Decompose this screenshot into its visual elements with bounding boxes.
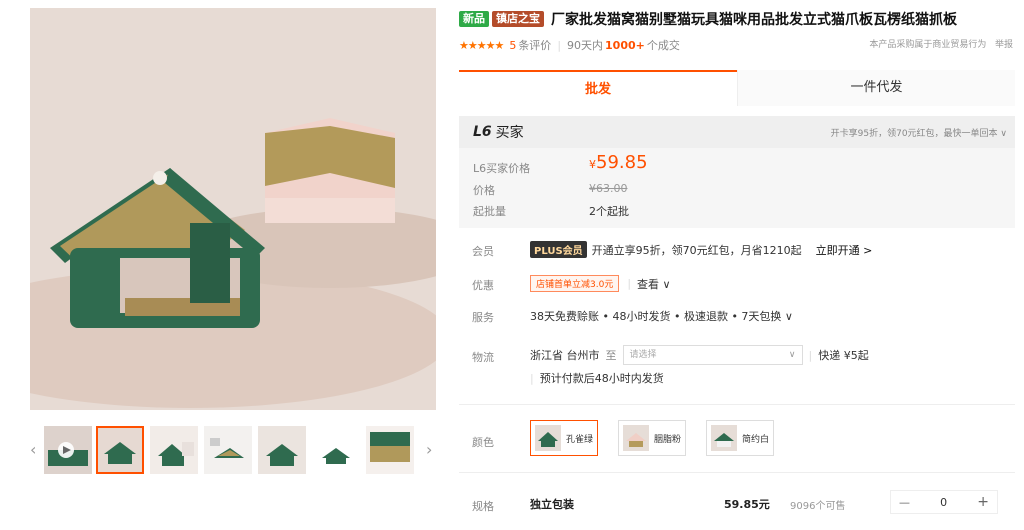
l6-price-value: 59.85 (596, 152, 648, 173)
view-coupons-link[interactable]: 查看 ∨ (637, 276, 671, 292)
chevron-down-icon: ∨ (788, 350, 796, 360)
currency-symbol: ¥ (589, 158, 596, 171)
qty-minus-button[interactable]: — (899, 496, 910, 509)
qty-input[interactable]: 0 (940, 496, 947, 509)
tab-dropship[interactable]: 一件代发 (737, 70, 1015, 106)
moq-label: 起批量 (473, 205, 506, 218)
price-label: 价格 (473, 184, 495, 197)
color-option-green[interactable]: 孔雀绿 (530, 420, 599, 456)
l6-price-label: L6买家价格 (473, 162, 531, 175)
express-fee: 快递 ¥5起 (818, 349, 869, 362)
logistics-label: 物流 (472, 351, 494, 364)
ship-note-row: | 预计付款后48小时内发货 (530, 371, 664, 386)
thumbnail-2[interactable] (150, 426, 198, 474)
color-option-label: 胭脂粉 (654, 434, 682, 445)
color-option-pink[interactable]: 胭脂粉 (618, 420, 687, 456)
buyer-label: 买家 (495, 125, 524, 141)
level-badge: L6 (473, 124, 492, 140)
service-text: 38天免费赊账 • 48小时发货 • 极速退款 • 7天包换 ∨ (530, 310, 793, 323)
purchase-tabs: 批发 一件代发 (459, 70, 1015, 106)
quantity-stepper: — 0 + (890, 490, 998, 514)
qty-plus-button[interactable]: + (977, 494, 989, 510)
rating-row: ★★★★★ 5 条评价 | 90天内 1000+ 个成交 本产品采购属于商业贸易… (459, 37, 1013, 53)
color-option-label: 孔雀绿 (566, 434, 594, 445)
days-label: 90天内 (567, 39, 604, 52)
spec-label: 规格 (472, 500, 494, 513)
ship-note: 预计付款后48小时内发货 (539, 372, 664, 385)
moq-value: 2个起批 (589, 205, 629, 218)
star-rating-icon: ★★★★★ (459, 38, 504, 52)
sold-label: 个成交 (646, 39, 680, 52)
color-label: 颜色 (472, 436, 494, 449)
ship-to-label: 至 (605, 349, 617, 362)
color-option-white[interactable]: 简约白 (706, 420, 775, 456)
color-swatch-green (535, 425, 561, 451)
logistics-row: 浙江省 台州市 至 请选择 ∨ | 快递 ¥5起 (530, 345, 869, 365)
disclaimer: 本产品采购属于商业贸易行为 举报 (869, 37, 1013, 50)
thumbnail-5[interactable] (312, 426, 360, 474)
thumbnail-4[interactable] (258, 426, 306, 474)
coupon-badge[interactable]: 店铺首单立减3.0元 (530, 275, 620, 292)
ship-from: 浙江省 台州市 (530, 349, 600, 362)
service-row[interactable]: 38天免费赊账 • 48小时发货 • 极速退款 • 7天包换 ∨ (530, 308, 793, 324)
spec-price: 59.85元 (724, 498, 770, 511)
destination-placeholder: 请选择 (629, 350, 657, 360)
main-product-image[interactable] (30, 8, 436, 410)
thumb-prev-arrow[interactable]: ‹ (30, 440, 36, 459)
tag-shop-treasure: 镇店之宝 (492, 11, 544, 27)
disclaimer-text: 本产品采购属于商业贸易行为 (869, 40, 987, 50)
thumb-next-arrow[interactable]: › (426, 440, 432, 459)
service-label: 服务 (472, 311, 494, 324)
discount-label: 优惠 (472, 279, 494, 292)
member-row: PLUS会员 开通立享95折，领70元红包，月省1210起 立即开通 > (530, 241, 872, 258)
product-title: 厂家批发猫窝猫别墅猫玩具猫咪用品批发立式猫爪板瓦楞纸猫抓板 (551, 12, 957, 28)
product-illustration (30, 8, 436, 410)
plus-member-badge: PLUS会员 (530, 241, 587, 258)
sold-count: 1000+ (605, 38, 645, 52)
report-link[interactable]: 举报 (995, 40, 1013, 50)
title-row: 新品 镇店之宝 厂家批发猫窝猫别墅猫玩具猫咪用品批发立式猫爪板瓦楞纸猫抓板 (459, 8, 1019, 30)
color-option-label: 简约白 (742, 434, 770, 445)
divider (459, 472, 1015, 473)
discount-row: 店铺首单立减3.0元 | 查看 ∨ (530, 275, 671, 292)
review-count[interactable]: 5 (509, 39, 516, 52)
original-price: ¥63.00 (589, 182, 628, 195)
color-swatch-white (711, 425, 737, 451)
thumbnail-3[interactable] (204, 426, 252, 474)
spec-stock: 9096个可售 (790, 501, 846, 512)
divider (459, 404, 1015, 405)
review-label[interactable]: 条评价 (518, 37, 551, 53)
level-header: L6 买家 开卡享95折，领70元红包，最快一单回本 ∨ (459, 116, 1015, 148)
l6-price: ¥59.85 (589, 152, 648, 173)
color-swatch-pink (623, 425, 649, 451)
level-promo-link[interactable]: 开卡享95折，领70元红包，最快一单回本 ∨ (831, 126, 1007, 139)
thumbnail-6[interactable] (366, 426, 414, 474)
open-membership-link[interactable]: 立即开通 > (816, 242, 873, 258)
tab-wholesale[interactable]: 批发 (459, 70, 737, 106)
price-box: L6 买家 开卡享95折，领70元红包，最快一单回本 ∨ L6买家价格 ¥59.… (459, 116, 1015, 228)
thumbnail-video[interactable] (44, 426, 92, 474)
destination-select[interactable]: 请选择 ∨ (622, 345, 803, 365)
member-label: 会员 (472, 245, 494, 258)
thumbnail-1[interactable] (96, 426, 144, 474)
tag-new: 新品 (459, 11, 489, 27)
member-text: 开通立享95折，领70元红包，月省1210起 (591, 243, 802, 257)
spec-name: 独立包装 (530, 498, 574, 511)
thumbnail-strip: ‹ › (30, 426, 440, 478)
